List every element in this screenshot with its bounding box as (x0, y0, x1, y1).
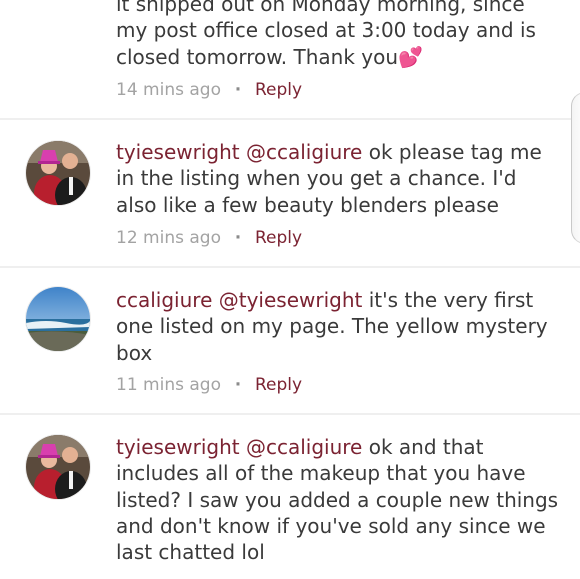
comment-timestamp: 11 mins ago (116, 375, 221, 395)
separator-dot: · (234, 375, 242, 395)
comment-username[interactable]: tyiesewright (116, 140, 240, 164)
reply-button[interactable]: Reply (255, 80, 302, 100)
reply-button[interactable]: Reply (255, 228, 302, 248)
comment-divider (0, 118, 580, 120)
comment-mention[interactable]: @tyiesewright (219, 288, 363, 312)
comment-mention[interactable]: @ccaligiure (246, 435, 362, 459)
comment-text: tyiesewright @ccaligiure ok and that inc… (116, 434, 561, 565)
comment-meta: 12 mins ago · Reply (116, 228, 302, 248)
comment-username[interactable]: tyiesewright (116, 435, 240, 459)
comment-username[interactable]: ccaligiure (116, 288, 212, 312)
comment-text: tyiesewright @ccaligiure ok please tag m… (116, 139, 561, 218)
comment-meta: 11 mins ago · Reply (116, 375, 302, 395)
comment-divider (0, 266, 580, 268)
comment-text: it shipped out on Monday morning, since … (116, 0, 561, 70)
comment-thread: it shipped out on Monday morning, since … (0, 0, 580, 579)
screen-edge (571, 92, 580, 244)
avatar-ccaligiure[interactable] (26, 287, 90, 351)
avatar-tyiesewright[interactable] (26, 435, 90, 499)
comment-meta: 14 mins ago · Reply (116, 80, 302, 100)
avatar-tyiesewright[interactable] (26, 141, 90, 205)
comment-timestamp: 12 mins ago (116, 228, 221, 248)
comment-divider (0, 413, 580, 415)
comment-text: ccaligiure @tyiesewright it's the very f… (116, 287, 561, 366)
comment-body: it shipped out on Monday morning, since … (116, 0, 536, 69)
comment-timestamp: 14 mins ago (116, 80, 221, 100)
comment-mention[interactable]: @ccaligiure (246, 140, 362, 164)
reply-button[interactable]: Reply (255, 375, 302, 395)
separator-dot: · (234, 228, 242, 248)
separator-dot: · (234, 80, 242, 100)
